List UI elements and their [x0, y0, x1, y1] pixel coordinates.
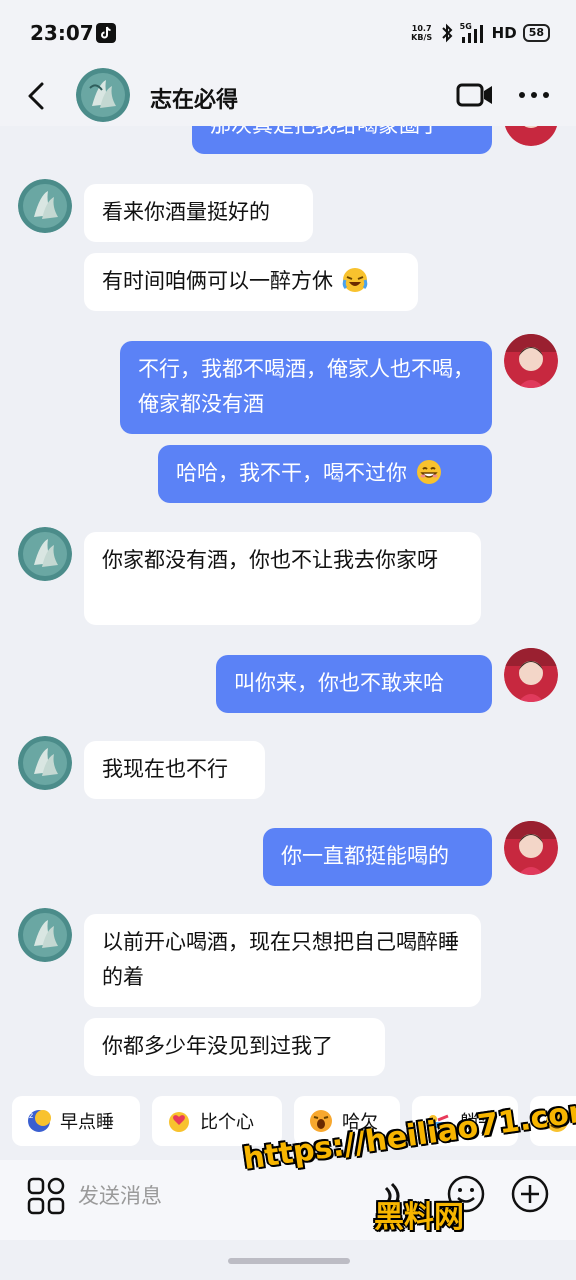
heart-hands-icon [169, 1112, 189, 1132]
yawn-icon [310, 1110, 332, 1132]
status-bar: 23:07 10.7 KB/S 5G HD 58 [0, 0, 576, 66]
message-bubble-out[interactable]: 叫你来，你也不敢来哈 [216, 655, 492, 713]
battery-indicator: 58 [522, 24, 550, 42]
message-bubble-out[interactable]: 不行，我都不喝酒，俺家人也不喝，俺家都没有酒 [120, 341, 492, 434]
chat-title: 志在必得 [150, 88, 239, 113]
svg-text:z: z [29, 1111, 33, 1120]
message-bubble-out[interactable]: 哈哈，我不干，喝不过你 [158, 445, 492, 503]
message-bubble-in[interactable]: 我现在也不行 [84, 741, 265, 799]
my-avatar[interactable] [504, 821, 558, 875]
quick-reply-sleep[interactable]: z 早点睡 [12, 1096, 140, 1146]
quick-reply-yawn[interactable]: 哈欠 [294, 1096, 400, 1146]
message-bubble-in[interactable]: 有时间咱俩可以一醉方休 [84, 253, 418, 311]
status-time: 23:07 [30, 21, 94, 45]
my-avatar[interactable] [504, 334, 558, 388]
message-bubble-in[interactable]: 以前开心喝酒，现在只想把自己喝醉睡的着 [84, 914, 481, 1007]
tiktok-icon [96, 23, 116, 43]
quick-reply-heart[interactable]: 比个心 [152, 1096, 282, 1146]
chat-screen: 23:07 10.7 KB/S 5G HD 58 志在必得 看来你酒量挺好的 有… [0, 0, 576, 1280]
contact-avatar[interactable] [18, 527, 72, 581]
video-call-icon[interactable] [456, 82, 494, 108]
emoji-icon[interactable] [446, 1174, 486, 1214]
home-indicator[interactable] [228, 1258, 350, 1264]
my-avatar[interactable] [504, 648, 558, 702]
message-input-bar [0, 1160, 576, 1240]
chat-header: 志在必得 [0, 66, 576, 126]
apps-grid-icon[interactable] [26, 1176, 66, 1216]
add-icon[interactable] [510, 1174, 550, 1214]
more-options-icon[interactable] [516, 82, 552, 108]
quick-reply-bar: z 早点睡 比个心 哈欠 躺平 [0, 1096, 576, 1150]
my-avatar[interactable] [504, 126, 558, 146]
message-bubble-in[interactable]: 看来你酒量挺好的 [84, 184, 313, 242]
message-bubble-in[interactable]: 你都多少年没见到过我了 [84, 1018, 385, 1076]
sticker-icon [546, 1110, 568, 1132]
laughing-crying-emoji-icon [342, 268, 367, 292]
message-bubble-out[interactable]: 你一直都挺能喝的 [263, 828, 492, 886]
signal-icon: 5G [460, 22, 486, 44]
contact-avatar[interactable] [18, 179, 72, 233]
message-list: 那次真是把我给喝蒙圈了 看来你酒量挺好的 有时间咱俩可以一醉方休 [0, 126, 576, 1088]
contact-avatar[interactable] [18, 908, 72, 962]
lying-flat-icon [428, 1114, 450, 1128]
message-bubble-in[interactable]: 你家都没有酒，你也不让我去你家呀 [84, 532, 481, 625]
grinning-sweat-emoji-icon [416, 460, 441, 484]
contact-avatar[interactable] [76, 68, 130, 122]
quick-reply-more[interactable] [530, 1096, 576, 1146]
sleepy-moon-icon: z [28, 1110, 51, 1132]
hd-indicator: HD [491, 24, 517, 42]
quick-reply-lie-flat[interactable]: 躺平 [412, 1096, 518, 1146]
status-indicators: 10.7 KB/S 5G HD 58 [410, 20, 550, 46]
message-bubble-out[interactable]: 那次真是把我给喝蒙圈了 [192, 126, 492, 154]
contact-avatar[interactable] [18, 736, 72, 790]
bluetooth-icon [441, 23, 453, 43]
voice-icon[interactable] [376, 1178, 412, 1214]
net-speed: 10.7 KB/S [411, 24, 433, 42]
back-icon[interactable] [22, 78, 52, 114]
